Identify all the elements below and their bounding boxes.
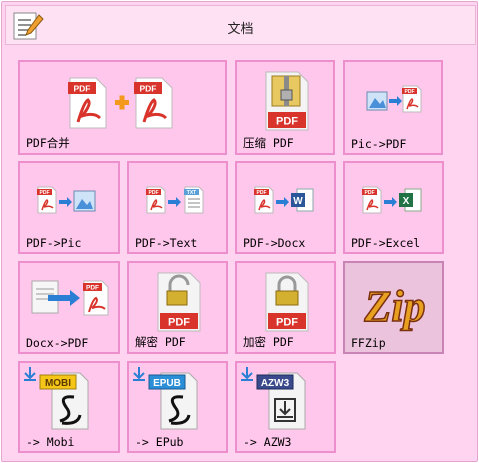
tile-encrypt-pdf[interactable]: PDF 加密 PDF xyxy=(235,261,336,354)
epub-badge-text: EPUB xyxy=(153,378,181,389)
to-epub-icon: EPUB xyxy=(133,367,198,430)
pdf-to-docx-icon: PDF W xyxy=(254,186,314,214)
mobi-badge-text: MOBI xyxy=(45,378,71,389)
tile-label: 解密 PDF xyxy=(135,335,186,349)
pdf-to-excel-icon: PDF X xyxy=(362,186,422,214)
tile-label: -> Mobi xyxy=(26,435,75,449)
pdf-badge-text: PDF xyxy=(257,190,267,196)
ffzip-logo-icon: Zip xyxy=(363,281,427,332)
ffzip-logo-text: Zip xyxy=(363,282,425,331)
pdf-badge-text: PDF xyxy=(365,190,375,196)
compress-pdf-icon: PDF xyxy=(265,71,309,131)
pdf-badge-text: PDF xyxy=(405,89,415,95)
pdf-badge-text: PDF xyxy=(149,190,159,196)
excel-letter: X xyxy=(403,196,410,207)
to-azw3-icon: AZW3 xyxy=(241,367,306,430)
tile-pdf-merge[interactable]: PDF PDF PDF合并 xyxy=(18,60,227,155)
pdf-badge-text: PDF xyxy=(140,84,157,94)
tile-label: Pic->PDF xyxy=(351,137,407,151)
window-title: 文档 xyxy=(227,22,254,37)
tile-ffzip[interactable]: Zip FFZip xyxy=(343,261,444,354)
tile-label: -> EPub xyxy=(135,435,184,449)
title-bar: 文档 xyxy=(5,5,476,45)
txt-badge-text: TXT xyxy=(187,190,196,196)
tile-docx-to-pdf[interactable]: PDF Docx->PDF xyxy=(18,261,120,354)
pic-to-pdf-icon: PDF xyxy=(366,85,422,113)
tile-to-mobi[interactable]: MOBI -> Mobi xyxy=(18,361,120,453)
tile-pdf-to-excel[interactable]: PDF X PDF->Excel xyxy=(343,161,444,254)
tile-label: FFZip xyxy=(351,336,386,350)
tile-label: 加密 PDF xyxy=(243,335,294,349)
decrypt-pdf-icon: PDF xyxy=(157,272,201,332)
tile-decrypt-pdf[interactable]: PDF 解密 PDF xyxy=(127,261,228,354)
pdf-badge-text: PDF xyxy=(86,285,99,292)
pdf-badge-text: PDF xyxy=(168,317,190,329)
tile-pdf-to-text[interactable]: PDF TXT PDF->Text xyxy=(127,161,228,254)
to-mobi-icon: MOBI xyxy=(24,367,89,430)
tile-label: PDF->Docx xyxy=(243,236,306,250)
tile-pdf-to-pic[interactable]: PDF PDF->Pic xyxy=(18,161,120,254)
tile-to-epub[interactable]: EPUB -> EPub xyxy=(127,361,228,453)
encrypt-pdf-icon: PDF xyxy=(265,272,309,332)
word-letter: W xyxy=(293,196,303,207)
pdf-to-text-icon: PDF TXT xyxy=(146,186,204,214)
tile-label: PDF合并 xyxy=(26,136,70,150)
pdf-to-pic-icon: PDF xyxy=(37,186,96,214)
tile-label: PDF->Text xyxy=(135,236,198,250)
tile-label: 压缩 PDF xyxy=(243,136,294,150)
tile-label: -> AZW3 xyxy=(243,435,292,449)
pdf-badge-text: PDF xyxy=(40,190,50,196)
azw3-badge-text: AZW3 xyxy=(261,378,290,389)
tile-compress-pdf[interactable]: PDF 压缩 PDF xyxy=(235,60,335,155)
pdf-badge-text: PDF xyxy=(276,116,298,128)
tile-to-azw3[interactable]: AZW3 -> AZW3 xyxy=(235,361,336,453)
docx-to-pdf-icon: PDF xyxy=(31,280,109,316)
tile-pdf-to-docx[interactable]: PDF W PDF->Docx xyxy=(235,161,336,254)
tile-label: Docx->PDF xyxy=(26,336,89,350)
pdf-badge-text: PDF xyxy=(276,317,298,329)
pdf-merge-icon: PDF PDF xyxy=(68,77,173,129)
tile-label: PDF->Excel xyxy=(351,236,421,250)
tile-label: PDF->Pic xyxy=(26,236,82,250)
tile-pic-to-pdf[interactable]: PDF Pic->PDF xyxy=(343,60,443,155)
pdf-badge-text: PDF xyxy=(74,84,91,94)
document-tools-window: 文档 PDF PDF PDF合并 PDF 压缩 PDF PDF Pic->PDF… xyxy=(1,1,478,462)
